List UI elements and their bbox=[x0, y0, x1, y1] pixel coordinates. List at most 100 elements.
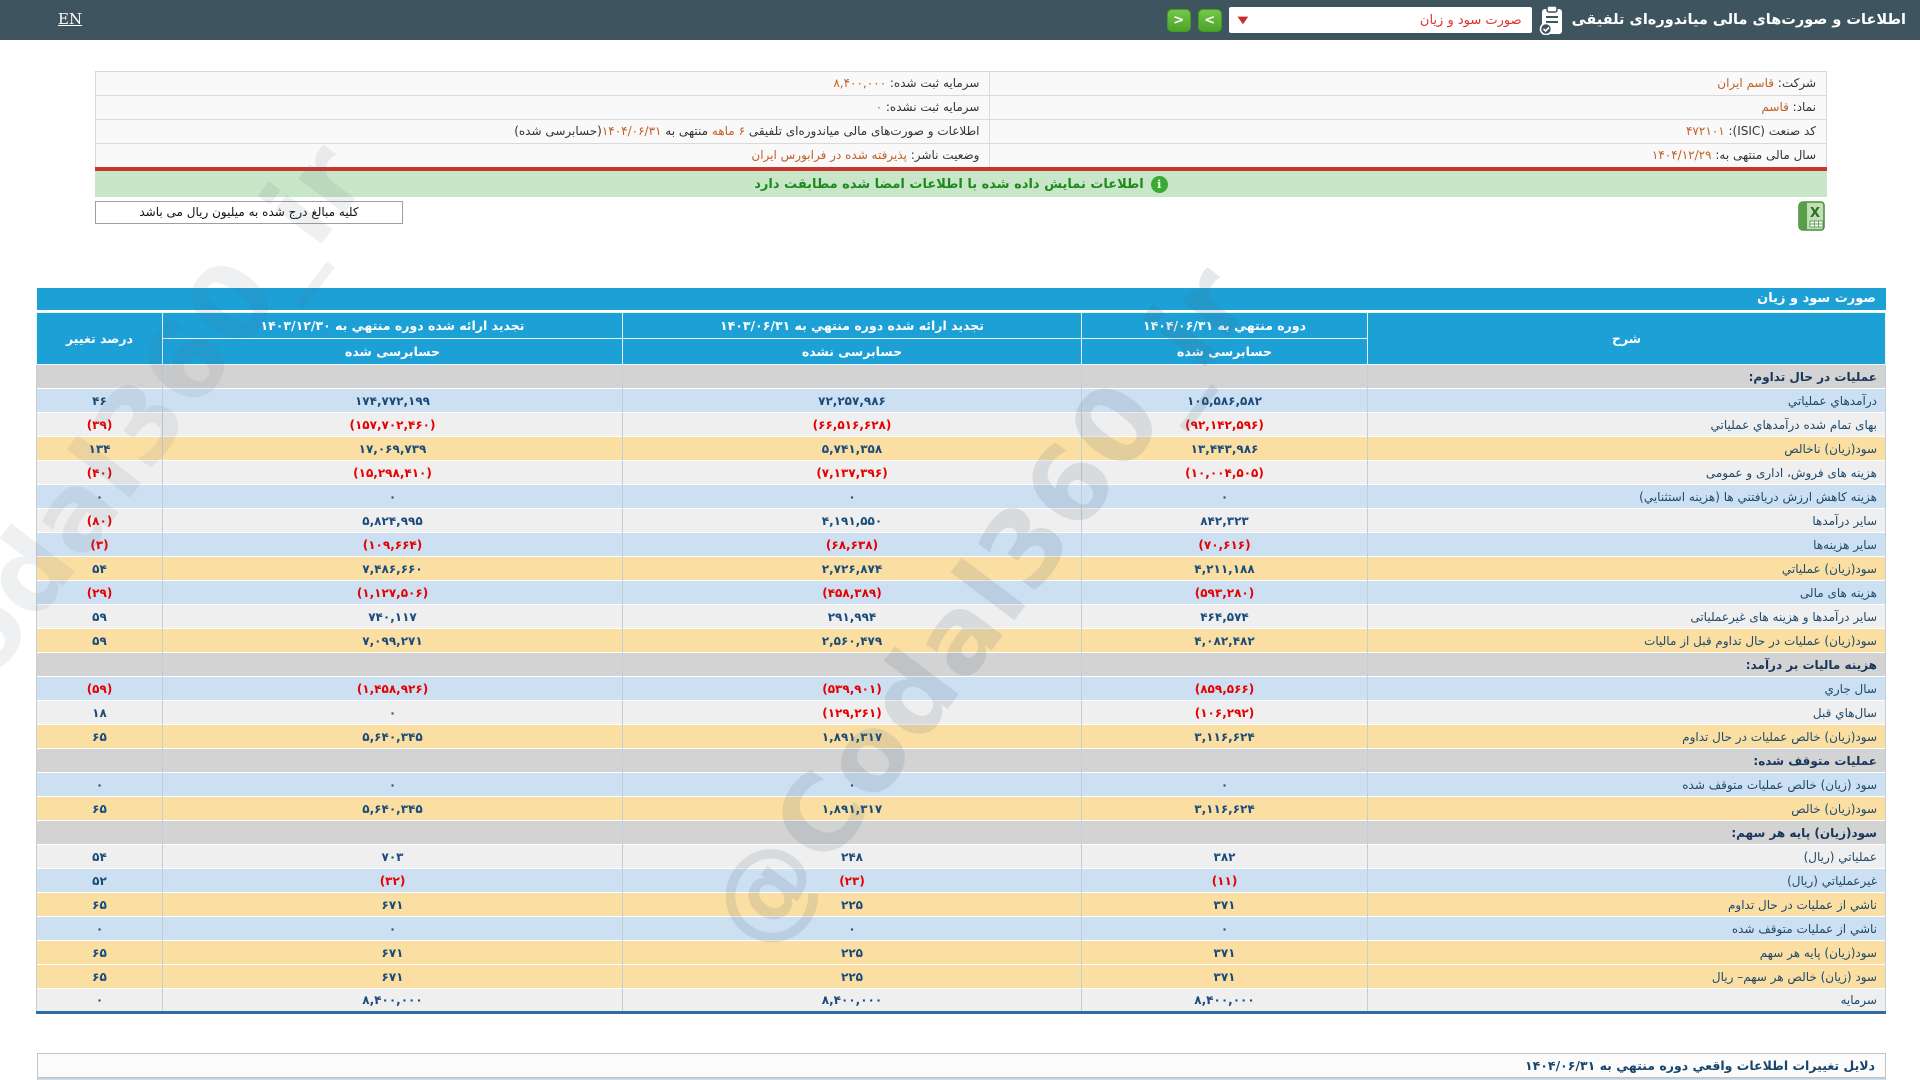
row-value-cell: ۸,۴۰۰,۰۰۰ bbox=[1082, 989, 1368, 1013]
row-value: (۱,۴۵۸,۹۲۶) bbox=[357, 682, 428, 696]
row-label: سود(زیان) خالص عملیات در حال تداوم bbox=[1368, 725, 1886, 749]
row-value: ۴۶ bbox=[92, 394, 107, 408]
row-value-cell: ۳۷۱ bbox=[1082, 941, 1368, 965]
row-value: ۰ bbox=[1221, 922, 1228, 936]
row-value-cell: ۰ bbox=[623, 917, 1082, 941]
row-value: ۱۷,۰۶۹,۷۳۹ bbox=[359, 442, 427, 456]
next-statement-button[interactable]: > bbox=[1198, 9, 1222, 32]
company-info-table: شرکت: قاسم ایرانسرمایه ثبت شده: ۸,۴۰۰,۰۰… bbox=[95, 71, 1827, 168]
field-label: شرکت: bbox=[1774, 76, 1816, 90]
row-value-cell: ۲۲۵ bbox=[623, 965, 1082, 989]
row-value: ۰ bbox=[389, 778, 396, 792]
company-info-cell: شرکت: قاسم ایران bbox=[989, 72, 1826, 96]
table-row: ناشي از عملیات متوقف شده۰۰۰۰ bbox=[37, 917, 1886, 941]
section-row: عملیات متوقف شده: bbox=[37, 749, 1886, 773]
row-value-cell: ۶۵ bbox=[37, 797, 163, 821]
row-value: ۸۴۲,۳۲۳ bbox=[1200, 514, 1249, 528]
row-value-cell: (۵۳۹,۹۰۱) bbox=[623, 677, 1082, 701]
row-value: (۸۰) bbox=[87, 514, 113, 528]
row-value-cell: ۲۹۱,۹۹۴ bbox=[623, 605, 1082, 629]
row-value: ۰ bbox=[96, 778, 103, 792]
row-value: ۰ bbox=[96, 490, 103, 504]
row-value-cell: ۰ bbox=[623, 773, 1082, 797]
row-value-cell: (۷,۱۳۷,۳۹۶) bbox=[623, 461, 1082, 485]
company-info-cell: نماد: قاسم bbox=[989, 96, 1826, 120]
row-value: ۲۹۱,۹۹۴ bbox=[828, 610, 877, 624]
row-value-cell: (۱۰۹,۶۶۴) bbox=[163, 533, 623, 557]
row-value-cell: ۳۷۱ bbox=[1082, 965, 1368, 989]
row-value-cell: ۰ bbox=[1082, 485, 1368, 509]
statement-select[interactable]: صورت سود و زیان ▼ bbox=[1229, 7, 1532, 33]
row-value-cell bbox=[1082, 653, 1368, 677]
report-title: اطلاعات و صورت‌های مالی میاندوره‌ای تلفی… bbox=[1572, 12, 1906, 28]
column-header-period-restated-annual: تجدید ارائه شده دوره منتهي به ۱۴۰۳/۱۲/۳۰ bbox=[163, 313, 623, 339]
company-info-cell: سرمایه ثبت شده: ۸,۴۰۰,۰۰۰ bbox=[95, 72, 989, 96]
row-value: ۱,۸۹۱,۳۱۷ bbox=[822, 802, 882, 816]
table-row: سود(زیان) عملیاتي۴,۲۱۱,۱۸۸۲,۷۲۶,۸۷۴۷,۴۸۶… bbox=[37, 557, 1886, 581]
row-value-cell: ۶۵ bbox=[37, 725, 163, 749]
row-value-cell: ۴,۰۸۲,۴۸۲ bbox=[1082, 629, 1368, 653]
table-row: ناشي از عملیات در حال تداوم۳۷۱۲۲۵۶۷۱۶۵ bbox=[37, 893, 1886, 917]
row-label: سود(زیان) خالص bbox=[1368, 797, 1886, 821]
row-value-cell: ۰ bbox=[1082, 917, 1368, 941]
previous-statement-button[interactable]: < bbox=[1167, 9, 1191, 32]
row-value-cell: (۲۳) bbox=[623, 869, 1082, 893]
row-value-cell bbox=[623, 821, 1082, 845]
excel-export-icon[interactable]: X bbox=[1795, 198, 1831, 234]
row-value-cell: ۴,۱۹۱,۵۵۰ bbox=[623, 509, 1082, 533]
row-value-cell: ۰ bbox=[37, 917, 163, 941]
row-value: ۱۸ bbox=[92, 706, 107, 720]
row-value: ۶۵ bbox=[92, 898, 107, 912]
row-value: ۶۵ bbox=[92, 970, 107, 984]
plain-text: (حسابرسی شده) bbox=[514, 124, 602, 138]
language-switch-link[interactable]: EN bbox=[58, 10, 82, 28]
row-label: سایر درآمدها bbox=[1368, 509, 1886, 533]
field-label: سال مالی منتهی به: bbox=[1712, 148, 1816, 162]
table-row: هزینه های مالی(۵۹۳,۲۸۰)(۴۵۸,۳۸۹)(۱,۱۲۷,۵… bbox=[37, 581, 1886, 605]
row-value-cell: (۵۹) bbox=[37, 677, 163, 701]
row-value-cell: (۶۸,۶۳۸) bbox=[623, 533, 1082, 557]
row-label: سایر درآمدها و هزینه های غیرعملیاتی bbox=[1368, 605, 1886, 629]
row-value: (۷,۱۳۷,۳۹۶) bbox=[816, 466, 887, 480]
row-value: ۳,۱۱۶,۶۲۴ bbox=[1194, 802, 1254, 816]
row-value-cell: ۰ bbox=[1082, 773, 1368, 797]
row-value-cell: (۱۵,۲۹۸,۴۱۰) bbox=[163, 461, 623, 485]
table-row: سود(زیان) عملیات در حال تداوم قبل از مال… bbox=[37, 629, 1886, 653]
row-value-cell bbox=[163, 365, 623, 389]
company-info-cell: سرمایه ثبت نشده: ۰ bbox=[95, 96, 989, 120]
row-label: بهای تمام شده درآمدهاي عملیاتي bbox=[1368, 413, 1886, 437]
table-row: سایر درآمدها و هزینه های غیرعملیاتی۴۶۴,۵… bbox=[37, 605, 1886, 629]
field-value: ۱۴۰۴/۱۲/۲۹ bbox=[1652, 148, 1712, 162]
row-value: ۰ bbox=[96, 993, 103, 1007]
row-value: ۲۲۵ bbox=[841, 898, 863, 912]
row-value: ۰ bbox=[389, 706, 396, 720]
row-value-cell bbox=[163, 653, 623, 677]
field-label: وضعیت ناشر: bbox=[907, 148, 980, 162]
row-value-cell: (۱۰۶,۲۹۲) bbox=[1082, 701, 1368, 725]
signed-match-banner: i اطلاعات نمایش داده شده با اطلاعات امضا… bbox=[95, 171, 1827, 197]
row-label: سال جاري bbox=[1368, 677, 1886, 701]
row-value-cell: ۰ bbox=[623, 485, 1082, 509]
company-info-row: سال مالی منتهی به: ۱۴۰۴/۱۲/۲۹ وضعیت ناشر:… bbox=[95, 144, 1826, 168]
field-value: ۸,۴۰۰,۰۰۰ bbox=[833, 76, 886, 90]
row-value-cell bbox=[1082, 821, 1368, 845]
top-bar: EN اطلاعات و صورت‌های مالی میاندوره‌ای ت… bbox=[0, 0, 1920, 40]
income-statement-table: شرح دوره منتهي به ۱۴۰۴/۰۶/۳۱ تجدید ارائه… bbox=[36, 312, 1886, 1014]
field-label: کد صنعت (ISIC): bbox=[1725, 124, 1816, 138]
row-value-cell bbox=[163, 821, 623, 845]
row-value-cell: ۳,۱۱۶,۶۲۴ bbox=[1082, 725, 1368, 749]
row-value-cell: ۰ bbox=[37, 773, 163, 797]
row-value: ۵,۶۴۰,۳۴۵ bbox=[362, 802, 422, 816]
row-label: سود (زیان) خالص عملیات متوقف شده bbox=[1368, 773, 1886, 797]
row-value: (۱۵,۲۹۸,۴۱۰) bbox=[353, 466, 432, 480]
table-row: سایر درآمدها۸۴۲,۳۲۳۴,۱۹۱,۵۵۰۵,۸۲۴,۹۹۵(۸۰… bbox=[37, 509, 1886, 533]
reasons-section-header: دلایل تغییرات اطلاعات واقعي دوره منتهي ب… bbox=[37, 1053, 1886, 1078]
row-value: ۵,۷۴۱,۳۵۸ bbox=[822, 442, 882, 456]
row-label: درآمدهاي عملیاتي bbox=[1368, 389, 1886, 413]
company-info-cell: سال مالی منتهی به: ۱۴۰۴/۱۲/۲۹ bbox=[989, 144, 1826, 168]
row-value: (۹۲,۱۴۲,۵۹۶) bbox=[1185, 418, 1264, 432]
row-value: (۳۲) bbox=[380, 874, 406, 888]
row-value-cell: (۱۰,۰۰۴,۵۰۵) bbox=[1082, 461, 1368, 485]
row-value-cell: ۰ bbox=[163, 485, 623, 509]
row-label: عملیاتي (ریال) bbox=[1368, 845, 1886, 869]
